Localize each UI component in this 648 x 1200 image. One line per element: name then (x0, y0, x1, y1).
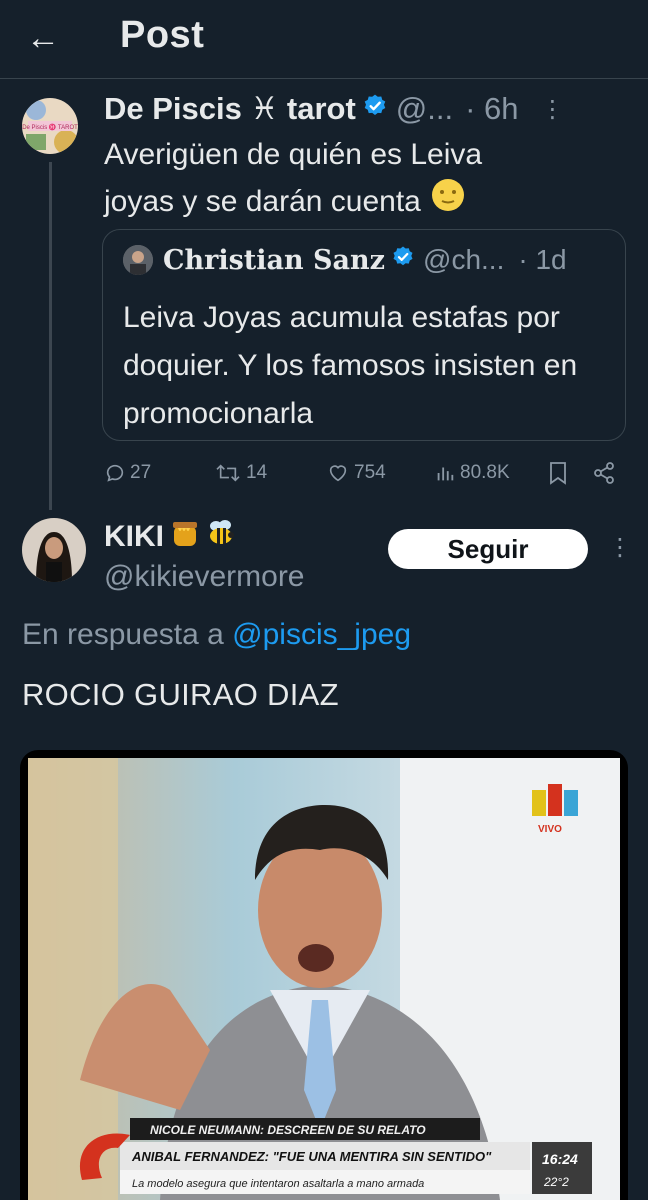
parent-handle[interactable]: @... (396, 91, 453, 127)
parent-text-line2: joyas y se darán cuenta (104, 185, 421, 218)
parent-author-row: De Piscis ♓ tarot @... · 6h ⋮ (104, 89, 565, 129)
parent-text-line1: Averigüen de quién es Leiva (104, 138, 483, 171)
reply-tweet-text: ROCIO GUIRAO DIAZ (22, 677, 339, 712)
retweet-count: 14 (246, 462, 268, 483)
bee-emoji-icon (204, 516, 238, 558)
avatar-label: De Piscis ♓ TAROT (22, 123, 78, 131)
page-title: Post (120, 14, 205, 56)
ticker-temp: 22°2 (543, 1175, 569, 1189)
retweet-button[interactable]: 14 (214, 458, 267, 488)
follow-button[interactable]: Seguir (388, 529, 588, 569)
reply-context: En respuesta a @piscis_jpeg (22, 618, 411, 652)
back-arrow-icon[interactable]: ← (26, 18, 70, 58)
reply-author-row: KIKI (104, 516, 238, 558)
reply-display-name[interactable]: KIKI (104, 520, 164, 554)
reply-handle[interactable]: @kikievermore (104, 560, 305, 594)
quote-handle: @ch... (423, 244, 505, 275)
heart-icon (329, 465, 347, 482)
avatar-christian-sanz (123, 245, 153, 275)
quote-timestamp: · 1d (518, 244, 567, 275)
reply-count: 27 (130, 462, 152, 483)
like-count: 754 (354, 462, 386, 483)
moon-face-emoji-icon (431, 178, 465, 226)
bookmark-icon (550, 462, 566, 485)
channel-live-tag: VIVO (538, 824, 562, 835)
tweet-media-image[interactable]: VIVO NICOLE NEUMANN: DESCREEN DE SU RELA… (20, 750, 628, 1200)
reply-icon (106, 464, 124, 482)
views-count: 80.8K (460, 462, 510, 483)
avatar-kiki[interactable] (22, 518, 86, 582)
ticker-sub: La modelo asegura que intentaron asaltar… (132, 1178, 424, 1190)
avatar-de-piscis[interactable]: De Piscis ♓ TAROT (22, 98, 78, 154)
quoted-tweet-card[interactable]: Christian Sanz @ch... · 1d Leiva Joyas a… (102, 229, 626, 441)
quote-author-row: Christian Sanz @ch... · 1d (123, 244, 567, 276)
ticker-clock: 16:24 (542, 1151, 578, 1167)
thread-connector (49, 162, 52, 510)
views-chart-icon (437, 467, 454, 481)
reply-to-handle-link[interactable]: @piscis_jpeg (232, 618, 411, 651)
ticker-main: ANIBAL FERNANDEZ: "FUE UNA MENTIRA SIN S… (131, 1149, 492, 1164)
quote-display-name: Christian Sanz (163, 244, 386, 276)
parent-display-name[interactable]: De Piscis ♓ tarot (104, 91, 356, 127)
verified-badge-icon (362, 91, 388, 127)
parent-tweet-text: Averigüen de quién es Leiva joyas y se d… (104, 132, 574, 226)
like-button[interactable]: 754 (326, 458, 386, 488)
parent-timestamp[interactable]: · 6h (465, 91, 518, 127)
views-button[interactable]: 80.8K (434, 458, 510, 488)
verified-badge-icon (391, 244, 415, 276)
share-icon (594, 462, 614, 484)
ticker-top: NICOLE NEUMANN: DESCREEN DE SU RELATO (150, 1123, 426, 1137)
quote-text: Leiva Joyas acumula estafas por doquier.… (123, 301, 578, 430)
share-button[interactable] (592, 458, 620, 488)
honey-pot-emoji-icon (168, 516, 202, 558)
more-options-icon[interactable]: ⋮ (608, 533, 632, 562)
top-bar: ← Post (0, 0, 648, 78)
more-options-icon[interactable]: ⋮ (541, 95, 565, 124)
reply-button[interactable]: 27 (104, 458, 151, 488)
reply-prefix: En respuesta a (22, 618, 224, 651)
bookmark-button[interactable] (548, 458, 572, 488)
header-divider (0, 78, 648, 79)
retweet-icon (216, 464, 240, 482)
